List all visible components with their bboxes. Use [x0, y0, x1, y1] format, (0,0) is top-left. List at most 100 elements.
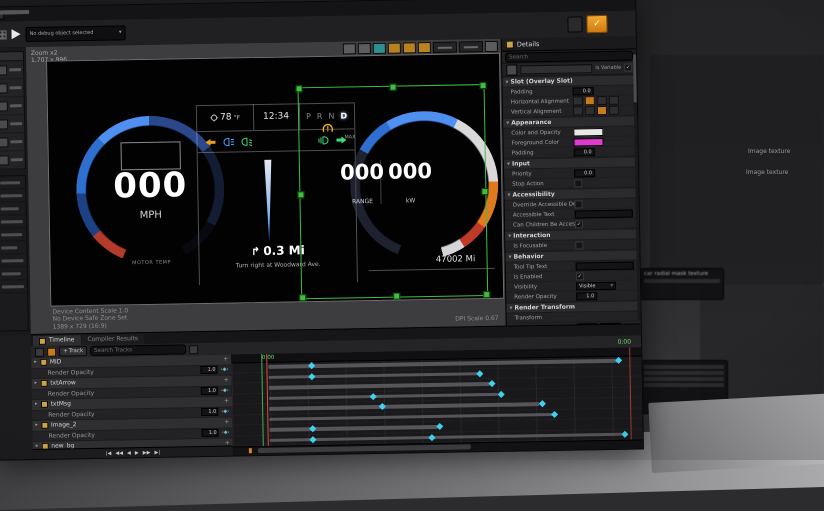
- add-section-icon[interactable]: +: [223, 355, 228, 365]
- number-field[interactable]: 0.0: [574, 148, 595, 156]
- alignment-button[interactable]: [573, 96, 583, 105]
- widget-name-field[interactable]: [520, 64, 592, 74]
- selection-handle[interactable]: [479, 82, 486, 89]
- property-control[interactable]: ✓: [576, 271, 640, 280]
- selection-handle[interactable]: [393, 293, 400, 300]
- transport-button[interactable]: ▶▶: [143, 449, 151, 455]
- chevron-right-icon[interactable]: ▸: [35, 379, 38, 389]
- settings-button[interactable]: [567, 16, 582, 32]
- autokey-icon[interactable]: [47, 347, 56, 356]
- add-track-button[interactable]: +Track: [59, 346, 87, 356]
- track-section-bar[interactable]: [269, 425, 437, 431]
- selection-handle[interactable]: [389, 84, 396, 91]
- property-control[interactable]: [573, 105, 637, 115]
- is-variable-checkbox[interactable]: ✓: [624, 63, 632, 71]
- localization-preview-icon[interactable]: [373, 43, 386, 54]
- value-field[interactable]: 1.0: [202, 429, 219, 437]
- property-control[interactable]: Visible▾: [576, 281, 640, 290]
- alignment-button[interactable]: [585, 96, 595, 105]
- text-field[interactable]: [575, 209, 633, 218]
- value-field[interactable]: 1.0: [201, 366, 218, 374]
- list-item[interactable]: [0, 115, 24, 133]
- color-swatch[interactable]: [573, 127, 603, 136]
- track-section-bar[interactable]: [269, 392, 499, 400]
- keyframe-diamond[interactable]: [539, 400, 545, 406]
- keyframe-nav-buttons[interactable]: ‹◆›: [221, 407, 229, 417]
- scale-tool-icon[interactable]: [418, 42, 431, 53]
- selection-handle[interactable]: [481, 188, 488, 195]
- property-control[interactable]: [575, 199, 639, 208]
- checkbox[interactable]: [575, 241, 583, 249]
- property-control[interactable]: 0.0: [574, 147, 638, 156]
- checkbox[interactable]: [574, 179, 582, 187]
- camera-icon[interactable]: [189, 345, 198, 354]
- tab-compiler-results[interactable]: Compiler Results: [81, 334, 144, 345]
- keyframe-nav-buttons[interactable]: ‹◆›: [221, 365, 229, 375]
- property-control[interactable]: 1.0: [576, 291, 640, 300]
- dropdown-field[interactable]: Visible▾: [576, 281, 616, 290]
- keyframe-nav-buttons[interactable]: ‹◆›: [221, 386, 229, 396]
- scrollbar-thumb[interactable]: [257, 444, 470, 453]
- designer-canvas[interactable]: Zoom x2 1,707 x 996 000 MPH MOTOR TEMP: [26, 39, 507, 335]
- property-control[interactable]: [573, 127, 637, 136]
- tree-item[interactable]: [0, 202, 26, 215]
- color-swatch[interactable]: [573, 137, 603, 146]
- add-section-icon[interactable]: +: [224, 397, 229, 407]
- checkbox[interactable]: ✓: [575, 220, 583, 228]
- list-item[interactable]: [0, 61, 23, 79]
- property-control[interactable]: [574, 178, 638, 187]
- list-item[interactable]: [0, 151, 25, 169]
- alignment-button[interactable]: [609, 96, 619, 105]
- alignment-button[interactable]: [597, 106, 607, 115]
- number-field[interactable]: 1.0: [576, 292, 597, 300]
- outline-toggle-icon[interactable]: [485, 41, 498, 52]
- tree-item[interactable]: [0, 176, 25, 189]
- keyframe-diamond[interactable]: [621, 430, 627, 436]
- property-control[interactable]: ✓: [575, 219, 639, 228]
- alignment-button[interactable]: [573, 106, 583, 115]
- keyframe-diamond[interactable]: [489, 380, 495, 386]
- zoom-fit-icon[interactable]: [343, 43, 356, 54]
- tree-item[interactable]: [0, 241, 26, 254]
- property-control[interactable]: 0.0: [573, 86, 637, 95]
- selection-handle[interactable]: [297, 191, 304, 198]
- viewport-grid-icon[interactable]: [0, 30, 7, 39]
- property-control[interactable]: [573, 95, 637, 105]
- details-search-input[interactable]: [505, 50, 633, 62]
- tree-item[interactable]: [0, 228, 26, 241]
- number-field[interactable]: 0.0: [574, 169, 595, 177]
- selection-handle[interactable]: [483, 291, 490, 298]
- hmi-cluster-design[interactable]: 000 MPH MOTOR TEMP 78 °F 12:34: [46, 53, 504, 307]
- grid-snap-icon[interactable]: [358, 43, 371, 54]
- add-section-icon[interactable]: +: [224, 376, 229, 386]
- debug-object-dropdown[interactable]: No debug object selected ▾: [25, 25, 125, 42]
- list-item[interactable]: [0, 79, 24, 97]
- checkbox[interactable]: [575, 200, 583, 208]
- number-field[interactable]: 0.0: [573, 87, 594, 95]
- rotate-tool-icon[interactable]: [403, 42, 416, 53]
- keyframe-diamond[interactable]: [437, 423, 443, 429]
- keyframe-nav-buttons[interactable]: ‹◆›: [222, 428, 230, 438]
- keyframe-diamond[interactable]: [616, 357, 622, 363]
- tree-item[interactable]: [0, 267, 27, 280]
- add-section-icon[interactable]: +: [224, 418, 229, 428]
- selection-handle[interactable]: [296, 85, 303, 92]
- keyframe-diamond[interactable]: [551, 410, 557, 416]
- property-control[interactable]: [577, 316, 641, 317]
- alignment-button[interactable]: [609, 106, 619, 115]
- property-control[interactable]: [575, 209, 639, 218]
- transport-button[interactable]: ◀◀: [115, 450, 123, 456]
- tree-item[interactable]: [0, 215, 26, 228]
- transport-button[interactable]: ◀: [127, 450, 131, 456]
- track-section-bar[interactable]: [269, 402, 540, 410]
- play-button[interactable]: [11, 29, 20, 39]
- text-field[interactable]: [576, 261, 634, 270]
- track-section-bar[interactable]: [269, 412, 552, 420]
- chevron-right-icon[interactable]: ▸: [34, 358, 37, 368]
- keyframe-diamond[interactable]: [477, 370, 483, 376]
- property-control[interactable]: 0.0: [574, 168, 638, 177]
- tab-timeline[interactable]: Timeline: [33, 335, 81, 346]
- list-item[interactable]: [0, 133, 25, 151]
- list-item[interactable]: [0, 97, 24, 115]
- property-control[interactable]: [575, 240, 639, 249]
